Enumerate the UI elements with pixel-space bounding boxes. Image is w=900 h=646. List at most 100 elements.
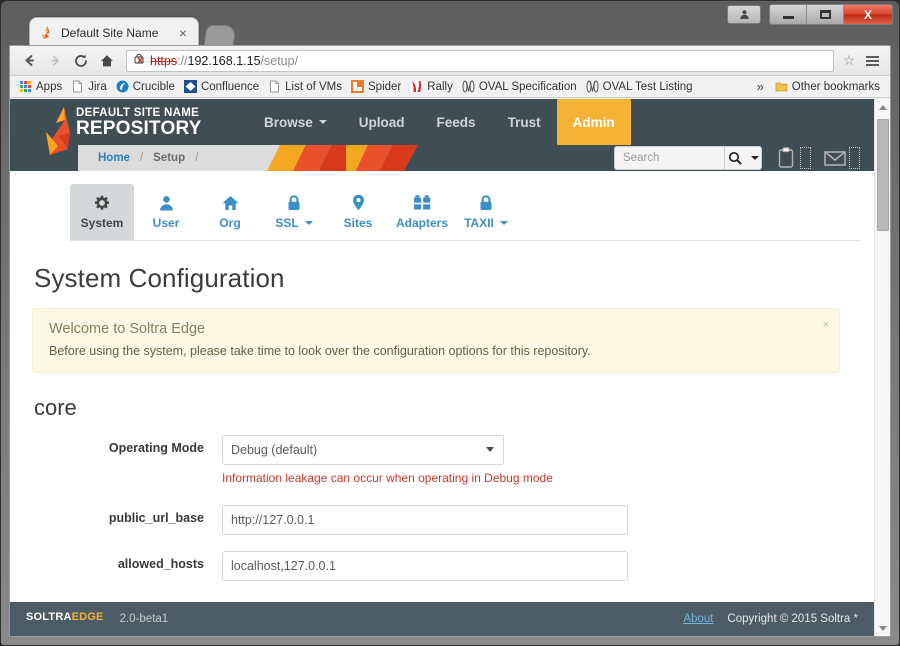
page-scrollbar[interactable]: [874, 99, 890, 636]
section-title-core: core: [34, 395, 77, 420]
bookmark-label: Spider: [368, 80, 402, 93]
scrollbar-thumb[interactable]: [877, 119, 889, 231]
bookmark-label: OVAL Specification: [478, 80, 577, 93]
tab-sites[interactable]: Sites: [326, 184, 390, 240]
bookmark-rally[interactable]: Rally: [407, 78, 459, 96]
header-tools: Search: [614, 145, 860, 171]
bookmark-label: Crucible: [132, 80, 175, 93]
apps-grid-icon: [19, 80, 32, 93]
search-input[interactable]: Search: [614, 146, 724, 170]
person-icon: [159, 194, 174, 211]
bookmark-spider[interactable]: Spider: [348, 78, 407, 96]
tab-taxii[interactable]: TAXII: [454, 184, 518, 240]
bookmarks-overflow-button[interactable]: »: [749, 79, 772, 94]
page-viewport: DEFAULT SITE NAME REPOSITORY Browse Uplo…: [10, 99, 890, 636]
spider-icon: [351, 80, 365, 93]
tab-label-text: SSL: [275, 216, 299, 230]
site-footer: SOLTRAEDGE 2.0-beta1 About Copyright © 2…: [10, 602, 874, 636]
scrollbar-down-arrow[interactable]: [875, 620, 890, 636]
bookmark-confluence[interactable]: Confluence: [181, 78, 265, 96]
tab-adapters[interactable]: Adapters: [390, 184, 454, 240]
url-text: https://192.168.1.15/setup/: [150, 54, 298, 68]
bookmark-oval-test-listing[interactable]: OVAL Test Listing: [583, 78, 699, 96]
allowed-hosts-input[interactable]: [222, 551, 628, 581]
tab-label: Sites: [343, 216, 373, 230]
tab-label: Org: [219, 216, 241, 230]
bookmark-label: Apps: [36, 80, 63, 93]
clipboard-count-slot: [800, 147, 811, 169]
footer-logo-sub: EDGE: [71, 610, 104, 623]
main-navigation: Browse Upload Feeds Trust Admin: [248, 99, 631, 145]
address-bar[interactable]: https://192.168.1.15/setup/: [126, 49, 834, 72]
operating-mode-select[interactable]: Debug (default): [222, 435, 504, 465]
magnifier-icon: [728, 151, 742, 165]
nav-item-feeds[interactable]: Feeds: [421, 99, 492, 145]
bookmarks-bar: Apps Jira Crucible Confluence List of VM…: [10, 76, 890, 98]
browser-chrome: https://192.168.1.15/setup/ ☆ Apps Jira …: [9, 45, 891, 637]
scrollbar-up-arrow[interactable]: [875, 99, 890, 115]
gear-icon: [94, 194, 110, 211]
window-button-group: X: [769, 4, 893, 25]
close-icon[interactable]: ×: [176, 26, 190, 40]
os-window: X Default Site Name × https://192.168.1.…: [0, 0, 900, 646]
web-page: DEFAULT SITE NAME REPOSITORY Browse Uplo…: [10, 99, 874, 636]
browser-menu-icon[interactable]: [860, 55, 884, 66]
soltra-flame-logo[interactable]: [38, 105, 78, 161]
tab-ssl[interactable]: SSL: [262, 184, 326, 240]
window-close-button[interactable]: X: [844, 5, 892, 24]
bookmark-label: Jira: [88, 80, 107, 93]
operating-mode-help-text: Information leakage can occur when opera…: [222, 471, 553, 485]
bookmark-label: List of VMs: [285, 80, 343, 93]
bookmark-apps[interactable]: Apps: [16, 78, 68, 96]
nav-item-upload[interactable]: Upload: [343, 99, 421, 145]
footer-copyright: Copyright © 2015 Soltra *: [727, 613, 858, 625]
tab-user[interactable]: User: [134, 184, 198, 240]
bookmark-star-icon[interactable]: ☆: [838, 52, 860, 69]
site-brand: DEFAULT SITE NAME REPOSITORY: [76, 107, 202, 139]
breadcrumb: Home / Setup /: [78, 145, 206, 171]
alert-close-icon[interactable]: ×: [823, 319, 829, 331]
bookmark-list-of-vms[interactable]: List of VMs: [265, 78, 348, 96]
arrow-left-icon: [25, 55, 34, 66]
breadcrumb-item-setup[interactable]: Setup: [151, 152, 187, 164]
url-path: /setup/: [260, 53, 299, 68]
bookmark-jira[interactable]: Jira: [68, 78, 113, 96]
browser-tab-strip: Default Site Name ×: [9, 15, 779, 47]
settings-tabs: System User Org SSL Sites Adapters TAXII: [70, 179, 860, 241]
page-title: System Configuration: [34, 263, 285, 293]
bookmark-oval-specification[interactable]: OVAL Specification: [459, 78, 583, 96]
back-button[interactable]: [16, 49, 42, 73]
bookmark-label: Rally: [427, 80, 453, 93]
home-button[interactable]: [94, 49, 120, 73]
tab-label: User: [152, 216, 180, 230]
nav-item-browse[interactable]: Browse: [248, 99, 343, 145]
bookmark-crucible[interactable]: Crucible: [113, 78, 181, 96]
clipboard-icon[interactable]: [774, 145, 798, 171]
tab-org[interactable]: Org: [198, 184, 262, 240]
public-url-base-input[interactable]: [222, 505, 628, 535]
messages-count-slot: [849, 147, 860, 169]
bookmark-label: OVAL Test Listing: [602, 80, 693, 93]
url-scheme: https: [150, 53, 178, 68]
tab-label: System: [80, 216, 124, 230]
new-tab-button[interactable]: [203, 25, 237, 47]
envelope-icon[interactable]: [823, 145, 847, 171]
tab-label-text: TAXII: [464, 216, 494, 230]
nav-item-trust[interactable]: Trust: [492, 99, 557, 145]
footer-about-link[interactable]: About: [683, 613, 713, 625]
reload-button[interactable]: [68, 49, 94, 73]
form-row-allowed-hosts: allowed_hosts: [10, 551, 874, 581]
forward-button[interactable]: [42, 49, 68, 73]
search-button[interactable]: [724, 146, 762, 170]
breadcrumb-separator: /: [139, 152, 144, 164]
oval-icon: [586, 80, 599, 93]
document-icon: [268, 80, 281, 93]
tab-system[interactable]: System: [70, 184, 134, 240]
window-maximize-button[interactable]: [807, 5, 844, 24]
nav-item-admin[interactable]: Admin: [556, 99, 631, 145]
field-label: public_url_base: [108, 511, 204, 525]
other-bookmarks-button[interactable]: Other bookmarks: [772, 78, 884, 96]
browser-tab[interactable]: Default Site Name ×: [29, 17, 199, 47]
insecure-certificate-icon[interactable]: [133, 52, 147, 70]
breadcrumb-item-home[interactable]: Home: [96, 152, 132, 164]
